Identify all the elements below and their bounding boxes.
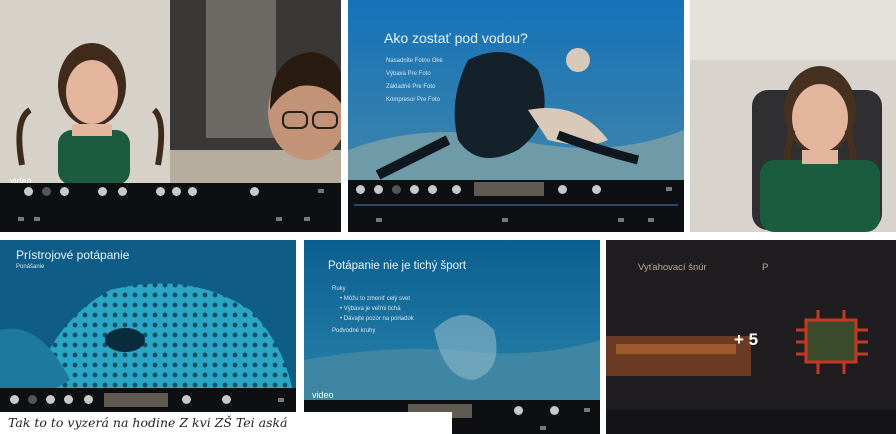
control-dot[interactable] xyxy=(392,185,401,194)
eel-underwater-image xyxy=(0,240,296,412)
video-tile-slide-chip[interactable]: Vyťahovací šnúr P + 5 xyxy=(606,240,896,434)
control-dot[interactable] xyxy=(188,187,197,196)
control-dot[interactable] xyxy=(222,395,231,404)
thumbnail-strip[interactable] xyxy=(104,393,168,407)
control-dot[interactable] xyxy=(98,187,107,196)
video-tile-slide-sport[interactable]: Potápanie nie je tichý šport Ruky • Môžu… xyxy=(304,240,600,434)
slide-bullet: Podvodné kruhy xyxy=(332,328,376,334)
volume-icon[interactable] xyxy=(540,426,546,430)
control-dot[interactable] xyxy=(42,187,51,196)
pen-icon[interactable] xyxy=(618,218,624,222)
control-dot[interactable] xyxy=(250,187,259,196)
control-dot[interactable] xyxy=(10,395,19,404)
control-dot[interactable] xyxy=(356,185,365,194)
slide-bullet: • Dávajte pozor na poriadok xyxy=(340,316,414,322)
control-dot[interactable] xyxy=(452,185,461,194)
slide-bullet: • Môžu to zmeniť celý svet xyxy=(340,296,411,302)
pen-icon[interactable] xyxy=(276,217,282,221)
video-tile-slide-eel[interactable]: Prístrojové potápanie Ponášanie xyxy=(0,240,296,412)
control-dot[interactable] xyxy=(60,187,69,196)
control-dot[interactable] xyxy=(46,395,55,404)
control-dot[interactable] xyxy=(410,185,419,194)
slide-bullet: Základné Pre Foto xyxy=(386,84,436,90)
slide-title: Potápanie nie je tichý šport xyxy=(328,260,467,272)
control-dot[interactable] xyxy=(550,406,559,415)
webcam-1-toolbar xyxy=(0,183,341,232)
thumbnail-strip[interactable] xyxy=(474,182,544,196)
slide-bullet: Kompresor Pre Foto xyxy=(386,97,441,103)
expand-icon[interactable] xyxy=(648,218,654,222)
volume-icon[interactable] xyxy=(502,218,508,222)
control-dot[interactable] xyxy=(118,187,127,196)
menu-icon[interactable] xyxy=(318,189,324,193)
expand-icon[interactable] xyxy=(304,217,310,221)
sport-video-label: video xyxy=(312,390,334,400)
slide-title: Prístrojové potápanie xyxy=(16,248,130,262)
control-dot[interactable] xyxy=(428,185,437,194)
slide-bullet: Ruky xyxy=(332,286,346,292)
control-dot[interactable] xyxy=(558,185,567,194)
slide-bullet: • Výbava je veľmi tichá xyxy=(340,306,401,312)
video-tile-webcam-1[interactable]: video xyxy=(0,0,341,232)
control-dot[interactable] xyxy=(592,185,601,194)
slide-bullet: Nasadnite Fotno Oké xyxy=(386,58,443,64)
control-dot[interactable] xyxy=(24,187,33,196)
slide-bullet: Výbava Pre Foto xyxy=(386,71,431,77)
slide-subtitle: Ponášanie xyxy=(16,264,45,270)
menu-icon[interactable] xyxy=(584,408,590,412)
slide-marker: P xyxy=(762,262,769,273)
control-dot[interactable] xyxy=(172,187,181,196)
control-dot[interactable] xyxy=(374,185,383,194)
video-tile-webcam-2[interactable] xyxy=(690,0,896,232)
menu-icon[interactable] xyxy=(666,187,672,191)
diver-toolbar xyxy=(348,180,684,232)
photo-caption: Tak to to vyzerá na hodine Z kvi ZŠ Tei … xyxy=(0,412,452,434)
control-dot[interactable] xyxy=(28,395,37,404)
control-dot[interactable] xyxy=(156,187,165,196)
control-dot[interactable] xyxy=(182,395,191,404)
menu-icon[interactable] xyxy=(278,398,284,402)
video-tile-slide-diver[interactable]: Ako zostať pod vodou? Nasadnite Fotno Ok… xyxy=(348,0,684,232)
eel-toolbar xyxy=(0,388,296,412)
control-dot[interactable] xyxy=(514,406,523,415)
participant-count[interactable]: + 5 xyxy=(734,330,758,350)
camera-icon[interactable] xyxy=(34,217,40,221)
play-icon[interactable] xyxy=(376,218,382,222)
slide-title: Vyťahovací šnúr xyxy=(638,262,707,273)
progress-track[interactable] xyxy=(354,204,678,206)
control-dot[interactable] xyxy=(64,395,73,404)
mic-icon[interactable] xyxy=(18,217,24,221)
control-dot[interactable] xyxy=(84,395,93,404)
slide-title: Ako zostať pod vodou? xyxy=(384,30,528,46)
webcam-2-image xyxy=(690,0,896,232)
